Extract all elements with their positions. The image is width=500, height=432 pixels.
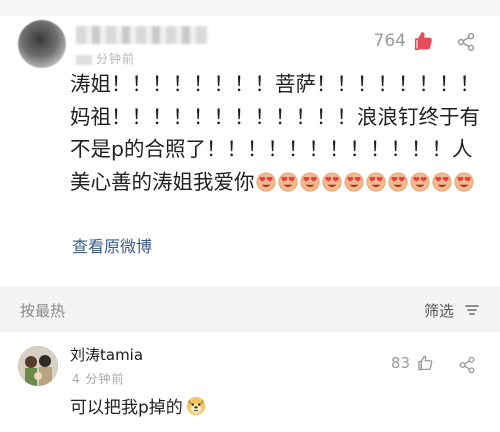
share-icon[interactable] — [458, 356, 476, 374]
post-timestamp: 分钟前 — [76, 50, 135, 67]
post-text-line-2: 妈祖！！！！！！！！！！！！浪浪钉终于有 — [70, 104, 480, 129]
comment-like-count: 83 — [390, 354, 410, 372]
heart-eyes-emoji — [277, 171, 298, 192]
sort-hot-label[interactable]: 按最热 — [20, 300, 65, 321]
heart-eyes-emoji — [431, 171, 452, 192]
heart-eyes-emoji — [343, 171, 364, 192]
heart-eyes-emoji — [255, 171, 276, 192]
post-author-name-blurred[interactable] — [76, 26, 208, 44]
post-text-line-4: 美心善的涛姐我爱你 — [70, 169, 255, 194]
heart-eyes-emoji — [409, 171, 430, 192]
thumbs-up-icon — [414, 32, 432, 51]
comment-text: 可以把我p掉的 — [70, 398, 183, 418]
avatar-photo — [18, 346, 58, 386]
post-text-line-1: 涛姐！！！！！！！！菩萨！！！！！！！！ — [70, 72, 480, 96]
heart-eyes-emoji — [365, 171, 386, 192]
filter-icon[interactable] — [464, 302, 480, 318]
comment-timestamp: 4 分钟前 — [72, 372, 125, 386]
heart-eyes-emoji — [299, 171, 320, 192]
heart-eyes-emoji — [321, 171, 342, 192]
post-author-avatar[interactable] — [18, 20, 66, 68]
view-original-link[interactable]: 查看原微博 — [72, 233, 152, 257]
heart-eyes-emoji — [453, 171, 474, 192]
thumbs-up-icon — [418, 355, 433, 371]
doge-emoji — [186, 396, 205, 415]
post-time-blurred — [76, 54, 92, 65]
heart-eyes-emoji-group — [255, 170, 475, 194]
comment-author-avatar[interactable] — [18, 346, 58, 386]
share-icon[interactable] — [456, 32, 476, 52]
post-like-count: 764 — [373, 31, 406, 51]
comment-like-button[interactable]: 83 — [391, 354, 434, 372]
heart-eyes-emoji — [387, 171, 408, 192]
post-time-suffix: 分钟前 — [96, 52, 136, 66]
comment-author-name[interactable]: 刘涛tamia — [70, 344, 143, 365]
post-like-button[interactable]: 764 — [374, 30, 434, 52]
post-body-text: 涛姐！！！！！！！！菩萨！！！！！！！！ 妈祖！！！！！！！！！！！！浪浪钉终于… — [70, 68, 480, 198]
comment-body: 可以把我p掉的 — [70, 393, 207, 418]
top-strip — [0, 0, 500, 16]
filter-button[interactable]: 筛选 — [424, 300, 454, 321]
post-text-line-3: 不是p的合照了！！！！！！！！！！！！人 — [70, 137, 473, 161]
